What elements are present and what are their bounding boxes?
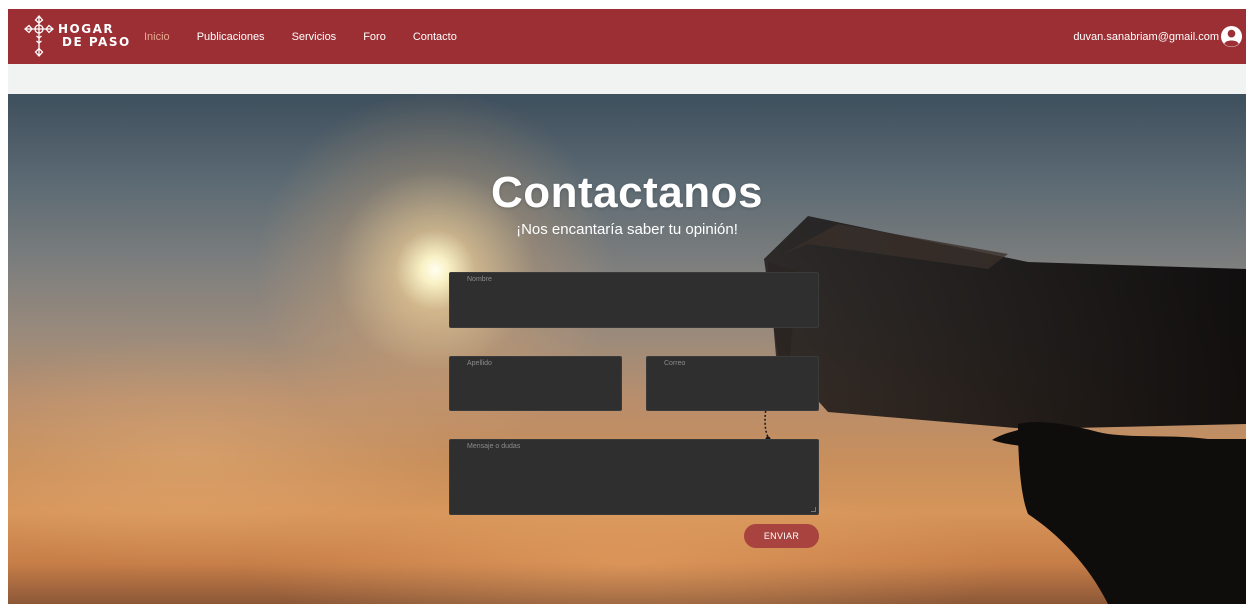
- cross-logo-icon: [24, 15, 54, 57]
- mensaje-label: Mensaje o dudas: [467, 443, 521, 450]
- textarea-resize-handle[interactable]: [811, 507, 816, 512]
- nav-inicio[interactable]: Inicio: [144, 31, 170, 43]
- navbar: HOGAR DE PASO Inicio Publicaciones Servi…: [8, 9, 1246, 64]
- apellido-field[interactable]: Apellido: [449, 356, 622, 411]
- enviar-button[interactable]: ENVIAR: [744, 524, 819, 548]
- user-menu[interactable]: duvan.sanabriam@gmail.com: [1073, 9, 1243, 64]
- contact-hero: Contactanos ¡Nos encantaría saber tu opi…: [8, 94, 1246, 604]
- brand-line-2: DE PASO: [62, 35, 131, 49]
- brand-line-1: HOGAR: [58, 22, 115, 36]
- mensaje-field[interactable]: Mensaje o dudas: [449, 439, 819, 515]
- page: HOGAR DE PASO Inicio Publicaciones Servi…: [0, 0, 1246, 604]
- nombre-input[interactable]: [450, 273, 818, 327]
- apellido-input[interactable]: [450, 357, 621, 410]
- user-email[interactable]: duvan.sanabriam@gmail.com: [1073, 31, 1219, 43]
- page-title: Contactanos: [491, 168, 763, 217]
- nombre-field[interactable]: Nombre: [449, 272, 819, 328]
- gray-band: [8, 64, 1246, 94]
- nav-publicaciones[interactable]: Publicaciones: [197, 31, 265, 43]
- main-nav: Inicio Publicaciones Servicios Foro Cont…: [144, 9, 484, 64]
- brand-name: HOGAR DE PASO: [58, 23, 131, 49]
- page-subtitle: ¡Nos encantaría saber tu opinión!: [516, 221, 738, 238]
- brand-logo[interactable]: HOGAR DE PASO: [22, 12, 131, 60]
- nav-servicios[interactable]: Servicios: [292, 31, 337, 43]
- correo-input[interactable]: [647, 357, 818, 410]
- nav-contacto[interactable]: Contacto: [413, 31, 457, 43]
- nav-foro[interactable]: Foro: [363, 31, 386, 43]
- user-avatar-icon[interactable]: [1220, 25, 1243, 48]
- correo-field[interactable]: Correo: [646, 356, 819, 411]
